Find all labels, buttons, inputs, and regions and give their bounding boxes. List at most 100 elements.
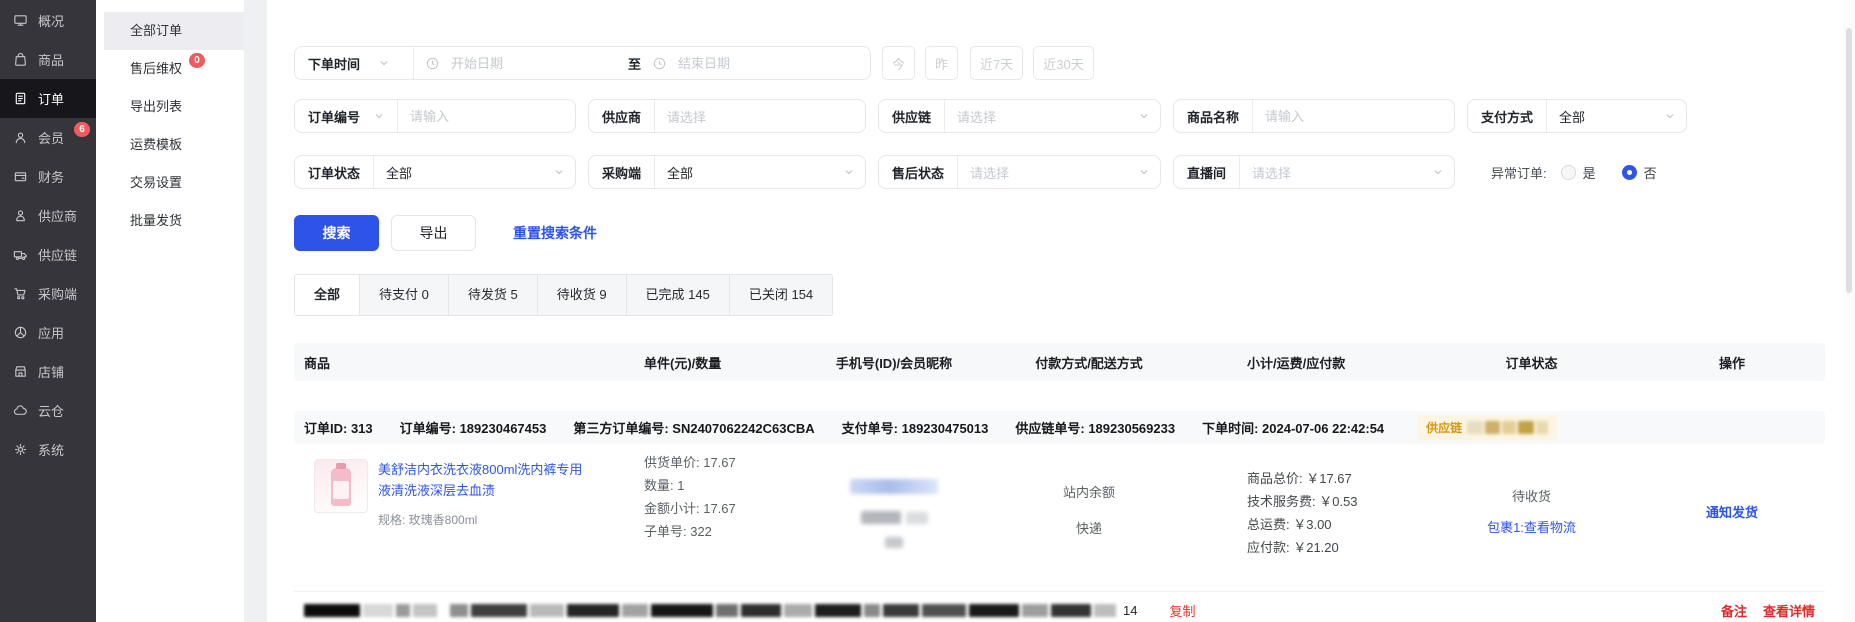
sidebar-item-members[interactable]: 会员 6 [0, 118, 96, 157]
order-id: 订单ID: 313 [304, 418, 373, 437]
abnormal-no-radio[interactable] [1622, 165, 1637, 180]
after-sales-status-group: 售后状态 请选择 [878, 155, 1161, 189]
quick-range-30days-button[interactable]: 近30天 [1033, 46, 1093, 80]
package-logistics-link[interactable]: 包裹1:查看物流 [1486, 518, 1578, 538]
members-icon [13, 130, 29, 146]
order-address-row: 14 复制 备注 查看详情 [294, 591, 1825, 622]
order-no-input[interactable] [398, 109, 575, 124]
sidebar-item-supply-chain[interactable]: 供应链 [0, 235, 96, 274]
supplier-icon [13, 208, 29, 224]
reset-search-link[interactable]: 重置搜索条件 [513, 223, 597, 243]
chevron-down-icon [1139, 167, 1149, 177]
sidebar-item-label: 商品 [38, 50, 64, 69]
status-tabs: 全部 待支付 0 待发货 5 待收货 9 已完成 145 已关闭 154 [294, 274, 833, 316]
tab-pending-payment[interactable]: 待支付 0 [360, 275, 449, 315]
supplier-select[interactable]: 请选择 [655, 107, 865, 126]
redacted-block [1485, 421, 1500, 434]
sidebar-item-procurement[interactable]: 采购端 [0, 274, 96, 313]
order-status-label: 订单状态 [295, 156, 373, 188]
quick-range-today-button[interactable]: 今 [882, 46, 915, 80]
supply-chain-group: 供应链 请选择 [878, 99, 1161, 133]
overview-icon [13, 13, 29, 29]
sidebar-item-store[interactable]: 店铺 [0, 352, 96, 391]
copy-link[interactable]: 复制 [1169, 601, 1195, 620]
submenu-item-trade-settings[interactable]: 交易设置 [104, 164, 244, 202]
chevron-down-icon [844, 167, 854, 177]
purchase-side-select[interactable]: 全部 [655, 163, 844, 182]
chevron-down-icon [1139, 111, 1149, 121]
amounts-cell: 商品总价: ￥17.67 技术服务费: ￥0.53 总运费: ￥3.00 应付款… [1189, 453, 1424, 589]
supply-chain-no: 供应链单号: 189230569233 [1015, 418, 1175, 437]
supply-chain-label: 供应链 [879, 100, 944, 132]
order-status-select[interactable]: 全部 [374, 163, 554, 182]
redacted-block [1467, 421, 1483, 434]
supply-chain-select[interactable]: 请选择 [945, 107, 1139, 126]
order-status-group: 订单状态 全部 [294, 155, 576, 189]
supply-chain-icon [13, 247, 29, 263]
finance-icon [13, 169, 29, 185]
pay-method-select[interactable]: 全部 [1547, 107, 1665, 126]
search-button[interactable]: 搜索 [294, 215, 379, 251]
supplier-group: 供应商 请选择 [588, 99, 866, 133]
submenu-item-freight-template[interactable]: 运费模板 [104, 126, 244, 164]
tech-service-fee: 技术服务费: ￥0.53 [1247, 493, 1424, 510]
end-date-input[interactable] [666, 56, 870, 71]
sidebar-item-label: 财务 [38, 167, 64, 186]
notify-shipment-link[interactable]: 通知发货 [1706, 505, 1758, 520]
quick-range-7days-button[interactable]: 近7天 [970, 46, 1023, 80]
order-no-field-selector[interactable]: 订单编号 [295, 100, 397, 132]
submenu-item-all-orders[interactable]: 全部订单 [104, 12, 244, 50]
scrollbar[interactable] [1843, 0, 1855, 622]
sidebar-item-overview[interactable]: 概况 [0, 1, 96, 40]
procurement-icon [13, 286, 29, 302]
chevron-down-icon [374, 111, 384, 121]
sidebar-item-label: 店铺 [38, 362, 64, 381]
clock-icon [653, 57, 666, 70]
product-name-group: 商品名称 [1173, 99, 1455, 133]
purchase-side-label: 采购端 [589, 156, 654, 188]
tab-completed[interactable]: 已完成 145 [627, 275, 730, 315]
col-header-order-status: 订单状态 [1424, 353, 1639, 372]
order-no: 订单编号: 189230467453 [400, 418, 547, 437]
live-room-group: 直播间 请选择 [1173, 155, 1455, 189]
filter-row-2: 订单编号 供应商 请选择 供应链 请选择 [294, 99, 1825, 133]
sidebar-item-supplier[interactable]: 供应商 [0, 196, 96, 235]
sidebar-item-orders[interactable]: 订单 [0, 79, 96, 118]
tab-pending-shipment[interactable]: 待发货 5 [449, 275, 538, 315]
orders-card: 下单时间 至 今 昨 近7天 近30天 [267, 12, 1855, 622]
redacted-nickname [906, 512, 928, 524]
submenu-item-batch-shipping[interactable]: 批量发货 [104, 202, 244, 240]
goods-icon [13, 52, 29, 68]
submenu-item-after-sales[interactable]: 售后维权0 [104, 50, 244, 88]
export-button[interactable]: 导出 [391, 215, 476, 251]
clock-icon [426, 57, 439, 70]
scrollbar-thumb[interactable] [1846, 28, 1852, 293]
tab-all[interactable]: 全部 [295, 275, 360, 315]
product-name-input[interactable] [1253, 109, 1454, 124]
date-to-label: 至 [628, 54, 641, 73]
date-field-selector[interactable]: 下单时间 [295, 47, 413, 79]
product-title-link[interactable]: 美舒洁内衣洗衣液800ml洗内裤专用液清洗液深层去血渍 [378, 459, 590, 501]
tab-pending-receipt[interactable]: 待收货 9 [538, 275, 627, 315]
start-date-input[interactable] [439, 56, 628, 71]
after-sales-status-select[interactable]: 请选择 [958, 163, 1139, 182]
order-status-cell: 待收货 包裹1:查看物流 [1424, 453, 1639, 589]
submenu-item-export-list[interactable]: 导出列表 [104, 88, 244, 126]
abnormal-no-label: 否 [1644, 163, 1657, 182]
abnormal-yes-radio[interactable] [1561, 165, 1576, 180]
product-image[interactable] [314, 459, 368, 513]
sidebar-item-finance[interactable]: 财务 [0, 157, 96, 196]
sidebar-item-system[interactable]: 系统 [0, 430, 96, 469]
tab-closed[interactable]: 已关闭 154 [730, 275, 832, 315]
live-room-select[interactable]: 请选择 [1240, 163, 1433, 182]
quick-range-yesterday-button[interactable]: 昨 [925, 46, 958, 80]
sidebar-item-apps[interactable]: 应用 [0, 313, 96, 352]
sidebar-item-cloud-warehouse[interactable]: 云仓 [0, 391, 96, 430]
sidebar-item-label: 系统 [38, 440, 64, 459]
action-row: 搜索 导出 重置搜索条件 [294, 215, 1825, 251]
sidebar-item-label: 订单 [38, 89, 64, 108]
redacted-address [304, 604, 1116, 617]
remark-link[interactable]: 备注 [1721, 601, 1747, 620]
sidebar-item-goods[interactable]: 商品 [0, 40, 96, 79]
view-detail-link[interactable]: 查看详情 [1763, 601, 1815, 620]
